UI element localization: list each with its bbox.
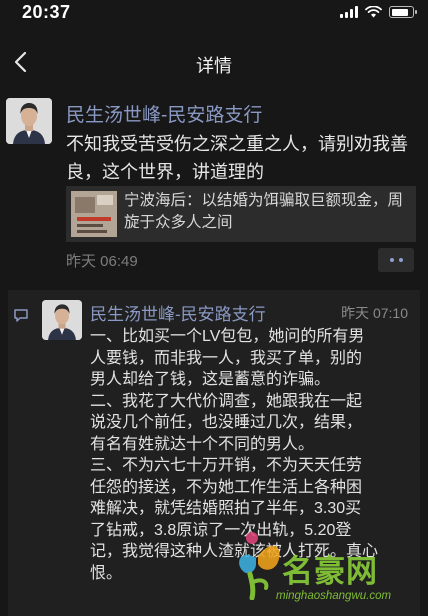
comment-line: 人要钱，而非我一人，我买了单，别的	[90, 349, 363, 367]
page-title: 详情	[196, 56, 232, 76]
status-bar: 20:37	[0, 0, 428, 28]
comment-line: 有名有姓就达十个不同的男人。	[90, 435, 315, 453]
dot-icon	[398, 258, 403, 262]
status-time: 20:37	[22, 2, 71, 22]
site-watermark: 名豪网 minghaoshangwu.com	[232, 522, 422, 612]
status-icons	[340, 6, 417, 18]
comment-line: 二、我花了大代价调查，她跟我在一起	[90, 392, 363, 410]
link-thumbnail	[71, 191, 117, 237]
comment-line: 难解决，就凭结婚照拍了半年，3.30买	[90, 500, 362, 517]
comment-line: 任怨的接送，不为她工作生活上各种困	[90, 478, 363, 496]
more-actions-button[interactable]	[378, 248, 414, 272]
watermark-title: 名豪网	[282, 554, 378, 590]
watermark-url: minghaoshangwu.com	[276, 590, 392, 602]
comment-line: 一、比如买一个LV包包，她问的所有男	[90, 328, 365, 345]
author-avatar[interactable]	[6, 98, 52, 144]
comment-bubble-icon	[14, 309, 28, 322]
cellular-signal-icon	[340, 6, 358, 18]
commenter-name[interactable]: 民生汤世峰-民安路支行	[90, 300, 266, 325]
comment-timestamp: 昨天 07:10	[341, 305, 408, 321]
link-title: 宁波海后：以结婚为饵骗取巨额现金，周旋于众多人之间	[124, 192, 404, 231]
comment-line: 男人却给了钱，这是蓄意的诈骗。	[90, 371, 331, 388]
shared-link-card[interactable]: 宁波海后：以结婚为饵骗取巨额现金，周旋于众多人之间	[66, 186, 416, 242]
post-timestamp: 昨天 06:49	[66, 253, 138, 270]
post-author-name[interactable]: 民生汤世峰-民安路支行	[66, 100, 262, 127]
nav-bar: 详情	[0, 40, 428, 84]
comment-line: 说没几个前任，也没睡过几次，结果，	[90, 414, 363, 431]
post-text: 不知我受苦受伤之深之重之人，请别劝我善良，这个世界，讲道理的	[66, 134, 408, 182]
commenter-avatar[interactable]	[42, 300, 82, 340]
wifi-icon	[365, 6, 382, 18]
dot-icon	[389, 258, 394, 262]
comment-line: 三、不为六七十万开销，不为天天任劳	[90, 457, 363, 474]
battery-icon	[389, 6, 417, 18]
